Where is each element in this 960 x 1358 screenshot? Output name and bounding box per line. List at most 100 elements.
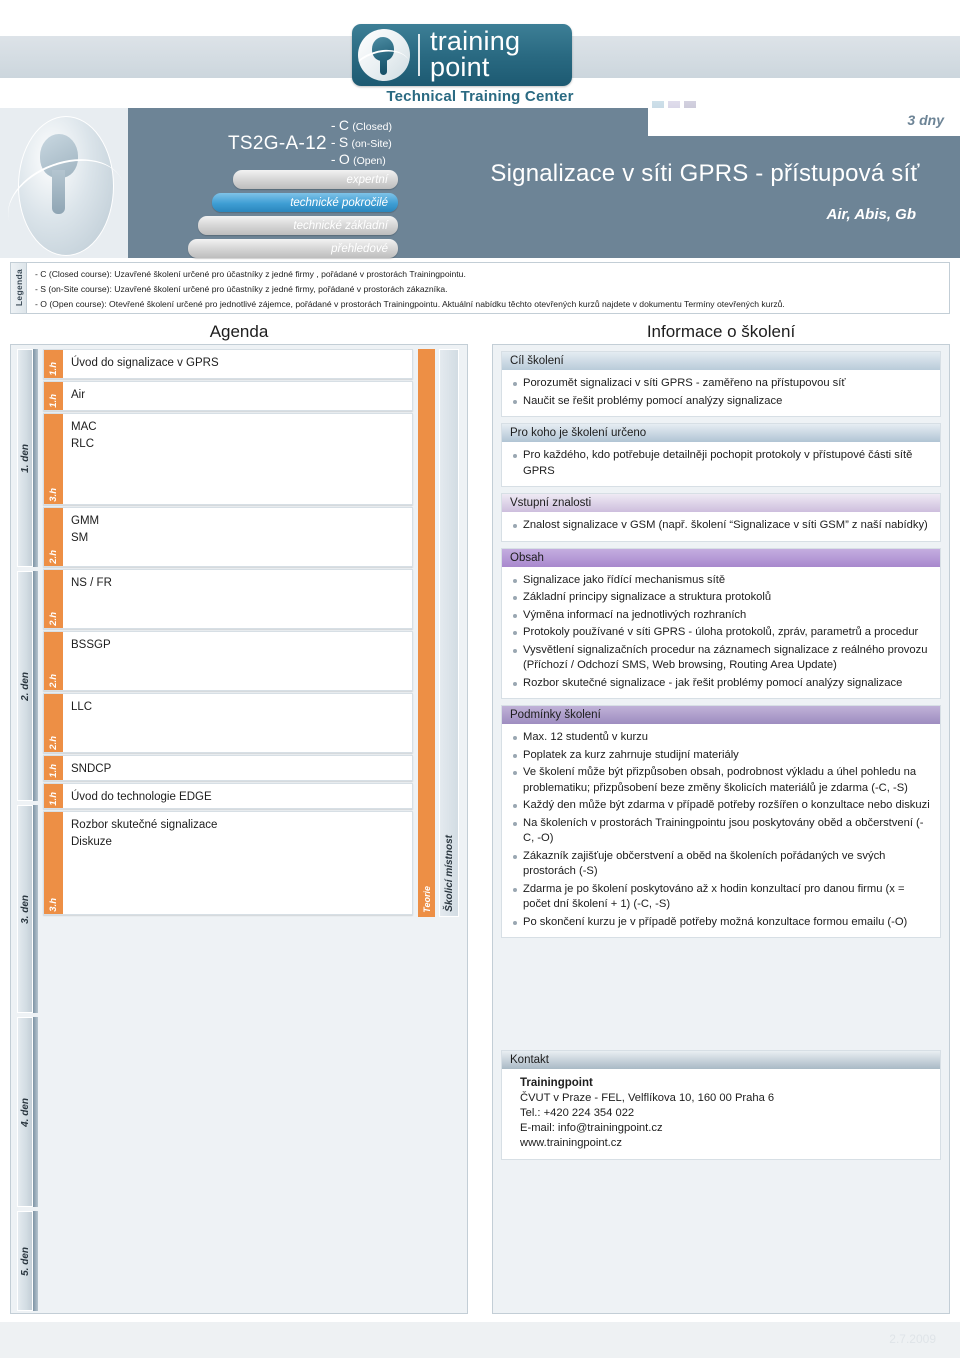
agenda-item-hours-text: 2.h (48, 550, 59, 564)
course-type-name: (Open) (353, 155, 386, 167)
info-section-body: Max. 12 studentů v kurzu Poplatek za kurz… (502, 724, 940, 937)
day-label-3: 3. den (17, 805, 33, 1013)
agenda-item-label: SNDCP (71, 763, 112, 775)
info-bullet: Znalost signalizace v GSM (např. školení… (510, 518, 932, 534)
info-bullet: Na školeních v prostorách Trainingpointu… (510, 816, 932, 847)
info-section-heading: Podmínky školení (502, 706, 940, 724)
contact-website[interactable]: www.trainingpoint.cz (520, 1136, 932, 1151)
info-bullet: Po skončení kurzu je v případě potřeby m… (510, 915, 932, 931)
day-divider (33, 1017, 38, 1207)
course-type-name: (on-Site) (351, 138, 392, 150)
info-section-heading: Pro koho je školení určeno (502, 424, 940, 442)
agenda-item-hours: 3.h (44, 812, 63, 914)
room-label: Školicí místnost (443, 835, 455, 912)
agenda-item-hours: 2.h (44, 632, 63, 690)
room-bar: Školicí místnost (439, 349, 459, 917)
contact-email[interactable]: E-mail: info@trainingpoint.cz (520, 1121, 932, 1136)
hero-decorative-oval (0, 108, 128, 258)
course-title: Signalizace v síti GPRS - přístupová síť (490, 160, 920, 187)
info-bullet: Naučit se řešit problémy pomocí analýzy … (510, 394, 932, 410)
logo-wordmark: training point (430, 28, 520, 82)
agenda-panel: 1. den 2. den 3. den 4. den 5. den 1.h Úvod d… (10, 344, 468, 1314)
info-bullet: Poplatek za kurz zahrnuje studijní mater… (510, 748, 932, 764)
info-section-body: Porozumět signalizaci v síti GPRS - zamě… (502, 370, 940, 416)
agenda-item-label: GMM (71, 515, 100, 527)
agenda-item-hours-text: 2.h (48, 674, 59, 688)
agenda-item-label: Rozbor skutečné signalizace (71, 819, 218, 831)
course-type-item: - S (on-Site) (331, 135, 392, 152)
info-section: Cíl školení Porozumět signalizaci v síti … (501, 351, 941, 417)
course-type-dash: - (330, 117, 336, 133)
day-divider (33, 1211, 38, 1311)
course-type-dash: - (330, 134, 336, 150)
agenda-item-hours: 1.h (44, 756, 63, 780)
info-section-body: Signalizace jako řídící mechanismus sítě… (502, 567, 940, 699)
contact-company-name: Trainingpoint (520, 1077, 593, 1089)
day-label-4: 4. den (17, 1017, 33, 1207)
course-type-dash: - (330, 151, 336, 167)
info-bullet: Protokoly používané v síti GPRS - úloha … (510, 625, 932, 641)
footer-band (0, 1322, 960, 1358)
course-interfaces: Air, Abis, Gb (826, 206, 916, 223)
day-label-1: 1. den (17, 349, 33, 567)
course-type-name: (Closed) (352, 121, 392, 133)
legend-box: Legenda - C (Closed course): Uzavřené šk… (10, 262, 950, 314)
agenda-item-label: Air (71, 389, 86, 401)
agenda-item: 1.h SNDCP (43, 755, 413, 781)
agenda-rows: 1.h Úvod do signalizace v GPRS 1.h Air 3.h MA… (43, 349, 413, 1309)
agenda-item: 2.h NS / FR (43, 569, 413, 629)
level-expertni: expertní (233, 170, 398, 189)
agenda-item: 3.h Rozbor skutečné signalizace Diskuze (43, 811, 413, 915)
agenda-item-labels: SNDCP (71, 761, 406, 778)
info-section-body: Pro každého, kdo potřebuje detailněji po… (502, 442, 940, 486)
agenda-item-hours-text: 2.h (48, 736, 59, 750)
info-bullet: Pro každého, kdo potřebuje detailněji po… (510, 448, 932, 479)
agenda-item-hours: 1.h (44, 382, 63, 410)
agenda-item-labels: MAC RLC (71, 419, 406, 453)
agenda-item-label: RLC (71, 438, 95, 450)
agenda-item: 2.h BSSGP (43, 631, 413, 691)
day-divider (33, 571, 38, 801)
info-bullet: Signalizace jako řídící mechanismus sítě (510, 573, 932, 589)
day-label-text: 2. den (19, 671, 31, 701)
legend-tab: Legenda (11, 263, 27, 313)
agenda-item-labels: Úvod do signalizace v GPRS (71, 355, 406, 372)
document-date: 2.7.2009 (889, 1332, 936, 1346)
agenda-item-hours: 2.h (44, 508, 63, 566)
agenda-item-hours: 1.h (44, 784, 63, 808)
agenda-item-labels: Air (71, 387, 406, 404)
agenda-item-labels: LLC (71, 699, 406, 716)
info-section-body: Znalost signalizace v GSM (např. školení… (502, 512, 940, 541)
agenda-item-hours-text: 3.h (48, 488, 59, 502)
info-panel: Cíl školení Porozumět signalizaci v síti … (492, 344, 950, 1314)
legend-line: - C (Closed course): Uzavřené školení ur… (35, 269, 466, 279)
day-divider (33, 805, 38, 1013)
agenda-item-hours-text: 1.h (48, 394, 59, 408)
course-datasheet-page: training point Technical Training Center… (0, 0, 960, 1358)
info-bullet: Rozbor skutečné signalizace - jak řešit … (510, 676, 932, 692)
contact-body: Trainingpoint ČVUT v Praze - FEL, Velflík… (502, 1069, 940, 1159)
agenda-item: 2.h LLC (43, 693, 413, 753)
agenda-item-hours: 1.h (44, 350, 63, 378)
info-section: Pro koho je školení určeno Pro každého, k… (501, 423, 941, 487)
day-label-5: 5. den (17, 1211, 33, 1311)
info-bullet: Zákazník zajišťuje občerstvení a oběd na… (510, 849, 932, 880)
agenda-item-labels: GMM SM (71, 513, 406, 547)
agenda-item-hours-text: 2.h (48, 612, 59, 626)
agenda-item-label: Úvod do signalizace v GPRS (71, 357, 219, 369)
day-label-text: 5. den (19, 1246, 31, 1276)
level-technicke-pokrocile: technické pokročilé (212, 193, 398, 212)
legend-line: - O (Open course): Otevřené školení urče… (35, 299, 785, 309)
info-section: Vstupní znalosti Znalost signalizace v GS… (501, 493, 941, 542)
info-section: Podmínky školení Max. 12 studentů v kurzu… (501, 705, 941, 938)
agenda-item-labels: BSSGP (71, 637, 406, 654)
logo-line-2: point (430, 52, 490, 82)
agenda-item-labels: NS / FR (71, 575, 406, 592)
info-section-heading: Obsah (502, 548, 940, 567)
agenda-item-hours: 2.h (44, 570, 63, 628)
agenda-item-label: Úvod do technologie EDGE (71, 791, 212, 803)
day-label-text: 4. den (19, 1097, 31, 1127)
theory-label: Teorie (421, 886, 432, 913)
agenda-item-label: LLC (71, 701, 93, 713)
difficulty-level-list: expertní technické pokročilé technické z… (188, 170, 398, 262)
